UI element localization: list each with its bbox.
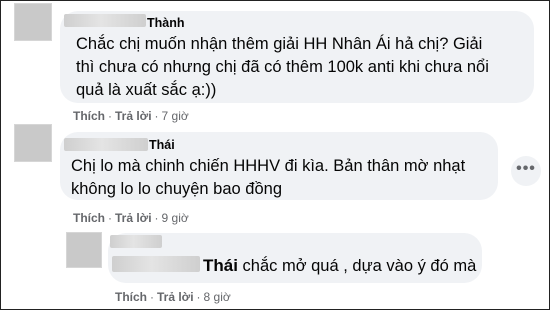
comment-actions: Thích · Trả lời · 8 giờ: [115, 290, 231, 304]
redacted-name: [110, 235, 162, 248]
reply-text: Thái chắc mở quá , dựa vào ý đó mà: [203, 254, 476, 278]
comment-text-line: thì chưa có nhưng chị đã có thêm 100k an…: [76, 58, 489, 76]
avatar[interactable]: [14, 3, 52, 41]
timestamp[interactable]: 8 giờ: [204, 290, 231, 304]
separator: ·: [154, 109, 159, 123]
comment-actions: Thích · Trả lời · 9 giờ: [73, 211, 189, 225]
like-link[interactable]: Thích: [115, 290, 147, 304]
avatar[interactable]: [14, 124, 52, 162]
comment-text-line: quả là xuất sắc ạ:)): [76, 81, 217, 99]
reply-link[interactable]: Trả lời: [157, 290, 194, 304]
like-link[interactable]: Thích: [73, 211, 105, 225]
more-horizontal-icon[interactable]: •••: [511, 156, 541, 186]
comment-text-line: không lo lo chuyện bao đồng: [71, 180, 283, 198]
timestamp[interactable]: 7 giờ: [162, 109, 189, 123]
comment-actions: Thích · Trả lời · 7 giờ: [73, 109, 189, 123]
redacted-name: [112, 256, 200, 272]
separator: ·: [154, 211, 159, 225]
redacted-name: [64, 138, 148, 151]
separator: ·: [196, 290, 201, 304]
reply-body: chắc mở quá , dựa vào ý đó mà: [242, 257, 477, 275]
redacted-name: [64, 14, 146, 27]
comment-author[interactable]: Thành: [147, 16, 185, 30]
mention-link[interactable]: Thái: [203, 256, 238, 275]
separator: ·: [108, 109, 112, 123]
separator: ·: [150, 290, 154, 304]
avatar[interactable]: [66, 232, 102, 268]
like-link[interactable]: Thích: [73, 109, 105, 123]
timestamp[interactable]: 9 giờ: [162, 211, 189, 225]
comment-text-line: Chị lo mà chinh chiến HHHV đi kìa. Bản t…: [71, 157, 466, 175]
comment-author[interactable]: Thái: [149, 138, 175, 152]
reply-link[interactable]: Trả lời: [115, 211, 152, 225]
reply-link[interactable]: Trả lời: [115, 109, 152, 123]
separator: ·: [108, 211, 112, 225]
comment-text-line: Chắc chị muốn nhận thêm giải HH Nhân Ái …: [76, 35, 483, 53]
